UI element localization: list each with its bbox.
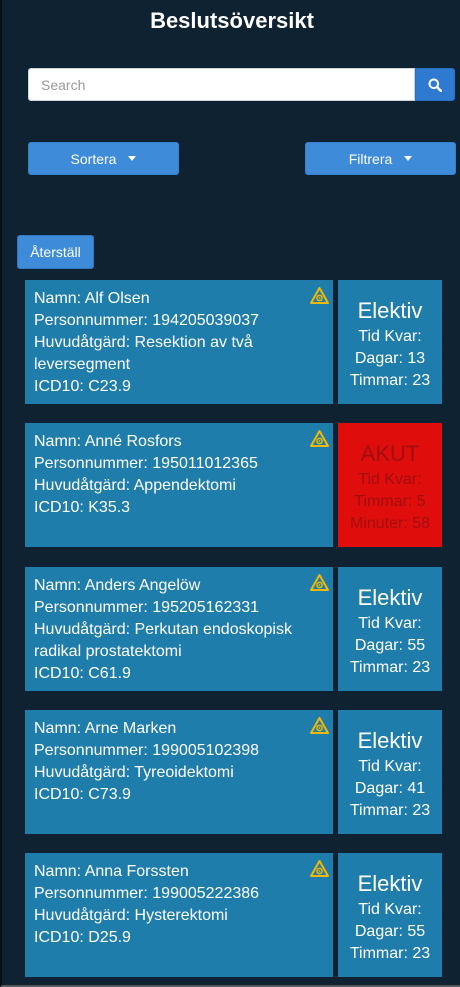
time-left-label: Tid Kvar: [358, 615, 422, 632]
status-badge-akut[interactable]: AKUT Tid Kvar: Timmar: 5 Minuter: 58 [338, 423, 442, 547]
patient-name: Namn: Alf Olsen [34, 290, 150, 307]
patient-card[interactable]: Namn: Anné Rosfors Personnummer: 1950110… [25, 423, 333, 547]
patient-icd10: ICD10: D25.9 [34, 929, 131, 946]
patient-name: Namn: Anders Angelöw [34, 577, 201, 594]
warning-icon [310, 860, 329, 877]
patient-card[interactable]: Namn: Anders Angelöw Personnummer: 19520… [25, 567, 333, 691]
patient-procedure: Huvudåtgärd: Perkutan endoskopisk radika… [34, 621, 292, 660]
time-left-secondary: Timmar: 23 [349, 802, 431, 819]
patient-icd10: ICD10: K35.3 [34, 499, 131, 516]
search-input[interactable] [28, 68, 415, 101]
time-left-secondary: Minuter: 58 [349, 515, 431, 532]
warning-icon [310, 287, 329, 304]
time-left-secondary: Timmar: 23 [349, 945, 431, 962]
status-label: Elektiv [357, 585, 423, 610]
patient-name: Namn: Arne Marken [34, 720, 177, 737]
status-badge[interactable]: Elektiv Tid Kvar: Dagar: 55 Timmar: 23 [338, 567, 442, 691]
app-frame: Beslutsöversikt Sortera Filtrera Återstä… [0, 0, 460, 987]
reset-button[interactable]: Återställ [17, 235, 94, 269]
filter-dropdown-button[interactable]: Filtrera [305, 142, 456, 175]
time-left-secondary: Timmar: 23 [349, 659, 431, 676]
patient-icd10: ICD10: C23.9 [34, 378, 131, 395]
patient-procedure: Huvudåtgärd: Tyreoidektomi [34, 764, 234, 781]
filter-label: Filtrera [348, 150, 393, 167]
patient-card[interactable]: Namn: Alf Olsen Personnummer: 1942050390… [25, 280, 333, 404]
sort-dropdown-button[interactable]: Sortera [28, 142, 179, 175]
status-label: AKUT [360, 441, 420, 466]
time-left-primary: Dagar: 55 [354, 923, 426, 940]
patient-card[interactable]: Namn: Anna Forssten Personnummer: 199005… [25, 853, 333, 977]
patient-procedure: Huvudåtgärd: Hysterektomi [34, 907, 228, 924]
patient-personnummer: Personnummer: 199005102398 [34, 742, 260, 759]
time-left-label: Tid Kvar: [358, 328, 422, 345]
sort-label: Sortera [70, 150, 117, 167]
patient-icd10: ICD10: C61.9 [34, 665, 131, 682]
patient-card[interactable]: Namn: Arne Marken Personnummer: 19900510… [25, 710, 333, 834]
chevron-down-icon [128, 156, 137, 161]
status-label: Elektiv [357, 728, 423, 753]
warning-icon [310, 430, 329, 447]
patient-name: Namn: Anna Forssten [34, 863, 189, 880]
time-left-primary: Dagar: 13 [354, 350, 426, 367]
patient-personnummer: Personnummer: 194205039037 [34, 312, 260, 329]
patient-name: Namn: Anné Rosfors [34, 433, 182, 450]
time-left-label: Tid Kvar: [358, 901, 422, 918]
time-left-label: Tid Kvar: [358, 758, 422, 775]
patient-procedure: Huvudåtgärd: Resektion av två leversegme… [34, 334, 253, 373]
status-badge[interactable]: Elektiv Tid Kvar: Dagar: 41 Timmar: 23 [338, 710, 442, 834]
search-bar [28, 68, 455, 101]
time-left-secondary: Timmar: 23 [349, 372, 431, 389]
patient-personnummer: Personnummer: 195205162331 [34, 599, 260, 616]
warning-icon [310, 574, 329, 591]
search-button[interactable] [415, 68, 455, 101]
status-badge[interactable]: Elektiv Tid Kvar: Dagar: 55 Timmar: 23 [338, 853, 442, 977]
patient-personnummer: Personnummer: 195011012365 [34, 455, 258, 472]
patient-procedure: Huvudåtgärd: Appendektomi [34, 477, 236, 494]
time-left-primary: Dagar: 55 [354, 637, 426, 654]
time-left-primary: Timmar: 5 [354, 493, 426, 510]
time-left-label: Tid Kvar: [358, 471, 422, 488]
time-left-primary: Dagar: 41 [354, 780, 426, 797]
patient-personnummer: Personnummer: 199005222386 [34, 885, 260, 902]
status-label: Elektiv [357, 871, 423, 896]
page-title: Beslutsöversikt [150, 8, 314, 33]
warning-icon [310, 717, 329, 734]
patient-icd10: ICD10: C73.9 [34, 786, 131, 803]
search-icon [428, 78, 442, 92]
chevron-down-icon [404, 156, 413, 161]
status-badge[interactable]: Elektiv Tid Kvar: Dagar: 13 Timmar: 23 [338, 280, 442, 404]
status-label: Elektiv [357, 298, 423, 323]
